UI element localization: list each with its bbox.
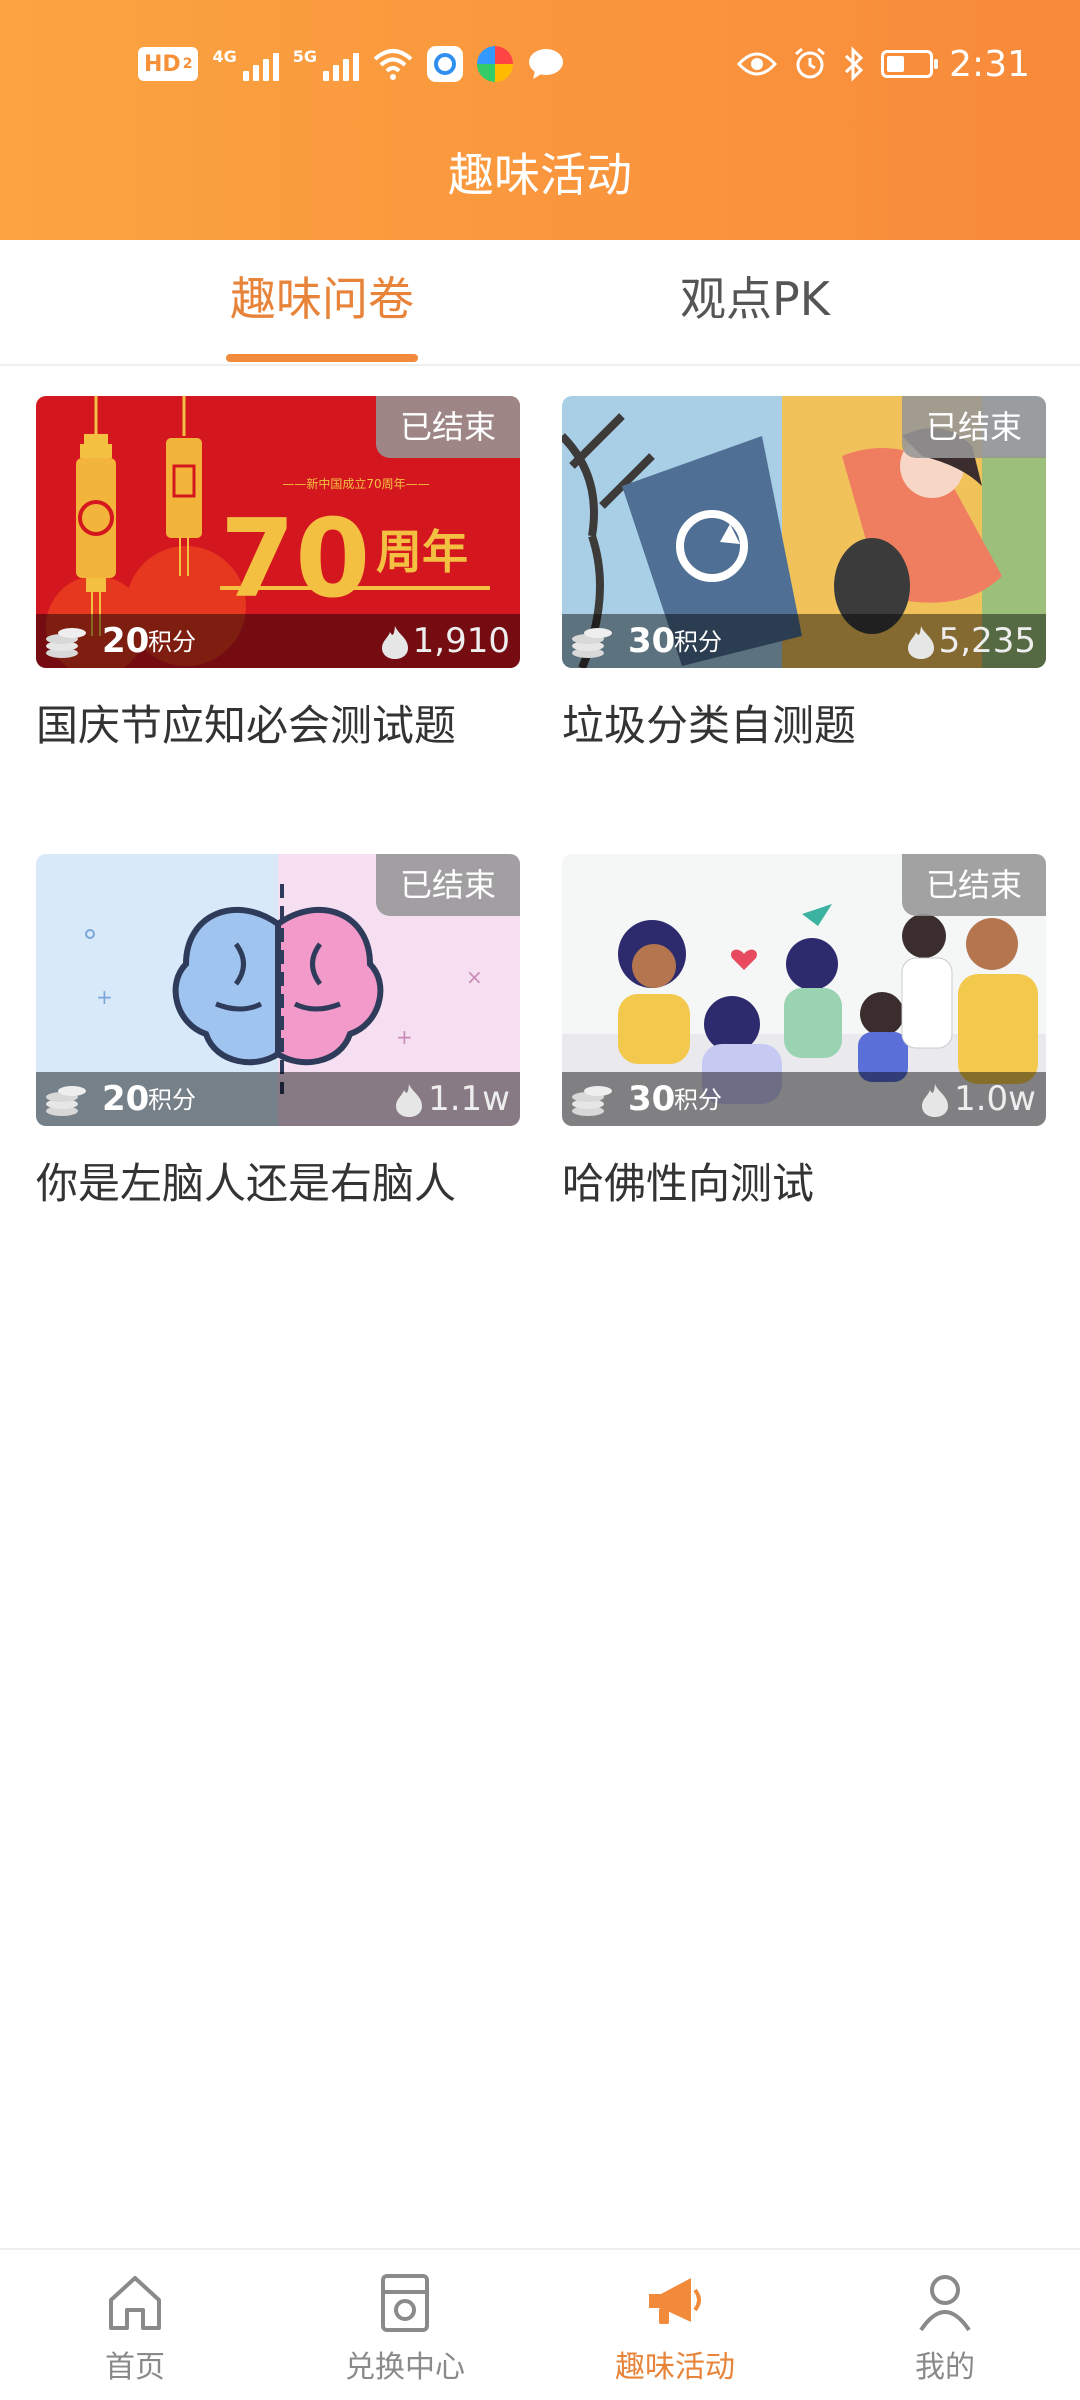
page-title: 趣味活动 xyxy=(448,148,632,202)
card-thumbnail: 已结束 30 积分 1.0w xyxy=(562,854,1046,1126)
points-label: 积分 xyxy=(148,1086,196,1114)
battery-icon xyxy=(881,50,939,78)
views-count: 1.1w xyxy=(428,1079,510,1119)
status-bar: HD 2 4G 5G 2:31 xyxy=(0,0,1080,130)
tab-fun-survey[interactable]: 趣味问卷 xyxy=(226,240,418,364)
coins-icon xyxy=(572,1086,612,1116)
nav-fun-activities[interactable]: 趣味活动 xyxy=(540,2250,810,2400)
points-label: 积分 xyxy=(674,628,722,656)
tab-bar: 趣味问卷 观点PK xyxy=(0,240,1080,366)
card-title: 垃圾分类自测题 xyxy=(562,701,857,750)
flame-icon xyxy=(382,626,408,659)
card-meta-bar: 30 积分 5,235 xyxy=(562,614,1046,668)
tab-opinion-pk-label: 观点PK xyxy=(680,272,830,326)
bottom-nav: 首页 兑换中心 趣味活动 我的 xyxy=(0,2248,1080,2400)
nav-fun-activities-label: 趣味活动 xyxy=(615,2350,735,2385)
card-title: 你是左脑人还是右脑人 xyxy=(36,1159,457,1208)
message-icon xyxy=(528,49,563,79)
coins-icon xyxy=(46,628,86,658)
status-time: 2:31 xyxy=(949,43,1030,85)
tab-opinion-pk[interactable]: 观点PK xyxy=(660,240,850,364)
eye-icon xyxy=(737,52,778,76)
points-value: 20 xyxy=(102,1079,150,1119)
nav-exchange[interactable]: 兑换中心 xyxy=(270,2250,540,2400)
network-5g-label: 5G xyxy=(292,47,317,66)
flame-icon xyxy=(396,1084,422,1117)
home-icon xyxy=(109,2276,161,2330)
card-thumbnail: + × + 已结束 20 积分 1.1w xyxy=(36,854,520,1126)
svg-text:×: × xyxy=(466,965,483,989)
activity-card[interactable]: ——新中国成立70周年—— 70 周年 已结束 20 积分 1,910 国庆节应… xyxy=(36,396,520,750)
card-thumbnail: 已结束 30 积分 5,235 xyxy=(562,396,1046,668)
status-badge: 已结束 xyxy=(376,854,520,916)
flame-icon xyxy=(908,626,934,659)
hd-icon: HD 2 xyxy=(138,47,199,81)
banner-70-text: 70 xyxy=(220,497,370,622)
app-browser-icon xyxy=(426,46,463,82)
views-count: 1,910 xyxy=(412,621,510,661)
activity-card[interactable]: 已结束 30 积分 5,235 垃圾分类自测题 xyxy=(562,396,1046,750)
megaphone-icon xyxy=(649,2278,701,2324)
banner-small-text: ——新中国成立70周年—— xyxy=(282,476,429,491)
points-value: 30 xyxy=(628,1079,676,1119)
banner-anniversary-text: 周年 xyxy=(376,525,468,579)
card-meta-bar: 30 积分 1.0w xyxy=(562,1072,1046,1126)
coins-icon xyxy=(572,628,612,658)
tab-fun-survey-label: 趣味问卷 xyxy=(230,272,414,326)
hd-label: HD xyxy=(144,51,181,77)
nav-mine[interactable]: 我的 xyxy=(810,2250,1080,2400)
nav-mine-label: 我的 xyxy=(915,2350,975,2385)
card-thumbnail: ——新中国成立70周年—— 70 周年 已结束 20 积分 1,910 xyxy=(36,396,520,668)
status-badge: 已结束 xyxy=(902,396,1046,458)
network-4g-label: 4G xyxy=(212,47,237,66)
activity-card[interactable]: + × + 已结束 20 积分 1.1w 你是左脑人还是右脑人 xyxy=(36,854,520,1208)
tab-active-indicator xyxy=(226,354,418,362)
svg-text:+: + xyxy=(96,985,113,1009)
nav-home-label: 首页 xyxy=(105,2350,165,2385)
nav-home[interactable]: 首页 xyxy=(0,2250,270,2400)
views-count: 1.0w xyxy=(954,1079,1036,1119)
card-meta-bar: 20 积分 1.1w xyxy=(36,1072,520,1126)
views-count: 5,235 xyxy=(938,621,1036,661)
app-header: HD 2 4G 5G 2:31 趣味活动 xyxy=(0,0,1080,240)
nav-exchange-label: 兑换中心 xyxy=(345,2350,465,2385)
alarm-icon xyxy=(795,47,826,79)
signal-5g-icon: 5G xyxy=(293,47,359,81)
card-meta-bar: 20 积分 1,910 xyxy=(36,614,520,668)
user-icon xyxy=(919,2275,971,2332)
bluetooth-icon xyxy=(845,46,864,82)
coins-icon xyxy=(46,1086,86,1116)
points-value: 30 xyxy=(628,621,676,661)
signal-4g-icon: 4G xyxy=(212,47,279,81)
card-title: 哈佛性向测试 xyxy=(562,1159,815,1208)
exchange-icon xyxy=(381,2274,429,2332)
card-title: 国庆节应知必会测试题 xyxy=(36,701,457,750)
status-badge: 已结束 xyxy=(376,396,520,458)
sim-slot-label: 2 xyxy=(182,56,193,72)
status-badge: 已结束 xyxy=(902,854,1046,916)
flame-icon xyxy=(922,1084,948,1117)
svg-text:+: + xyxy=(396,1025,413,1049)
points-label: 积分 xyxy=(148,628,196,656)
points-label: 积分 xyxy=(674,1086,722,1114)
points-value: 20 xyxy=(102,621,150,661)
app-gallery-icon xyxy=(476,46,513,82)
activity-card[interactable]: 已结束 30 积分 1.0w 哈佛性向测试 xyxy=(562,854,1046,1208)
wifi-icon xyxy=(373,49,413,80)
